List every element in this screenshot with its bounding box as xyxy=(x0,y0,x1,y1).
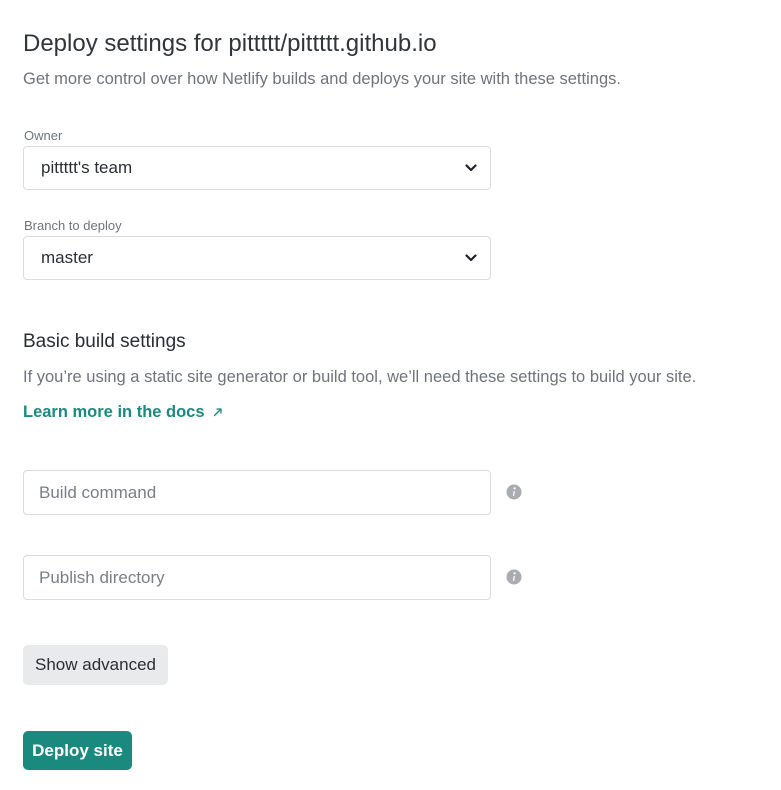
build-command-input[interactable] xyxy=(23,470,491,515)
page-subtitle: Get more control over how Netlify builds… xyxy=(23,70,621,88)
owner-label: Owner xyxy=(24,128,63,143)
branch-select-value: master xyxy=(41,248,93,267)
info-icon[interactable] xyxy=(506,484,522,500)
owner-select[interactable]: pittttt's team xyxy=(23,146,491,190)
chevron-down-icon xyxy=(465,254,477,262)
deploy-site-button[interactable]: Deploy site xyxy=(23,731,132,770)
external-link-arrow-icon xyxy=(213,408,222,417)
build-settings-title: Basic build settings xyxy=(23,331,186,352)
page-title: Deploy settings for pittttt/pittttt.gith… xyxy=(23,30,437,57)
owner-select-value: pittttt's team xyxy=(41,158,133,177)
info-icon[interactable] xyxy=(506,569,522,585)
branch-label: Branch to deploy xyxy=(24,218,122,233)
docs-link[interactable]: Learn more in the docs xyxy=(23,401,223,423)
deploy-settings-page: Deploy settings for pittttt/pittttt.gith… xyxy=(0,0,781,790)
chevron-down-icon xyxy=(465,164,477,172)
branch-select[interactable]: master xyxy=(23,236,491,280)
build-settings-description: If you’re using a static site generator … xyxy=(23,368,697,386)
publish-directory-input[interactable] xyxy=(23,555,491,600)
show-advanced-button[interactable]: Show advanced xyxy=(23,645,168,685)
docs-link-label: Learn more in the docs xyxy=(23,403,205,421)
